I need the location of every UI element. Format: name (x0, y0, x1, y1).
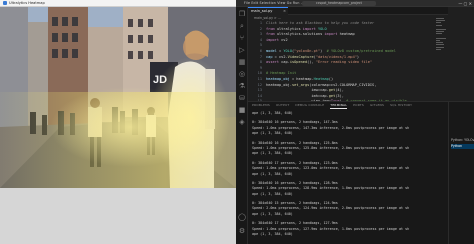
source-control-icon[interactable]: ⑂ (238, 34, 246, 42)
minimap[interactable] (434, 15, 448, 101)
terminal-instance[interactable]: Python: YOLOv... (451, 138, 474, 143)
panel-tab-gitlens[interactable]: GITLENS (370, 102, 384, 109)
panel-tab-output[interactable]: OUTPUT (276, 102, 289, 109)
editor-tab-main-sol[interactable]: main_sol.py × (248, 7, 288, 15)
window-controls[interactable]: — ▢ ✕ (458, 0, 472, 7)
minimap-line (436, 40, 440, 41)
panel-tab-problems[interactable]: PROBLEMS (252, 102, 270, 109)
code-editor[interactable]: main_sol.py × main_sol.py > ... 1 Click h… (248, 7, 448, 103)
blackbox-icon[interactable]: ■ (238, 106, 246, 114)
minimap-line (436, 44, 444, 46)
gitlens-icon[interactable]: ◈ (238, 118, 246, 126)
code-lines[interactable]: 1 Click here to ask Blackbox to help you … (248, 21, 448, 105)
terminal-instances-list: Python: YOLOv...Python (448, 101, 474, 244)
tab-label: main_sol.py (251, 9, 273, 13)
database-icon[interactable]: ⛁ (238, 94, 246, 102)
run-debug-icon[interactable]: ▷ (238, 46, 246, 54)
activity-bar: ❐ ⌕ ⑂ ▷ ▦ ◎ ⚗ ⛁ ■ ◈ ◯ ⚙ (236, 7, 248, 244)
minimap-line (436, 48, 441, 50)
minimap-line (436, 22, 441, 24)
video-frame: JD (0, 7, 236, 188)
editor-tab-bar: main_sol.py × (248, 7, 448, 15)
minimap-line (436, 31, 444, 33)
panel-tab-debug-console[interactable]: DEBUG CONSOLE (295, 102, 324, 109)
app-icon (3, 1, 7, 5)
minimap-line (436, 18, 444, 19)
heatmap-video-window[interactable]: Ultralytics Heatmap (0, 0, 236, 244)
menu-bar[interactable]: File Edit Selection View Go Run ... (244, 0, 304, 7)
minimap-line (436, 24, 442, 26)
search-icon[interactable]: ⌕ (238, 22, 246, 30)
command-search-box[interactable]: ccspot_heatmapcorn_project (302, 1, 376, 6)
panel-tab-terminal[interactable]: TERMINAL (330, 102, 348, 109)
minimap-line (436, 42, 443, 44)
bottom-panel: PROBLEMS OUTPUT DEBUG CONSOLE TERMINAL PORTS… (248, 101, 448, 244)
video-window-titlebar[interactable]: Ultralytics Heatmap (0, 0, 236, 7)
minimap-line (436, 37, 446, 39)
video-window-title: Ultralytics Heatmap (9, 1, 45, 5)
terminal-line: ape (1, 3, 384, 640) (252, 232, 293, 237)
extensions-icon[interactable]: ▦ (238, 58, 246, 66)
street-scene-image: JD (0, 7, 236, 188)
close-tab-icon[interactable]: × (283, 8, 286, 15)
minimap-line (436, 33, 442, 35)
account-icon[interactable]: ◯ (238, 213, 246, 221)
vscode-titlebar[interactable]: File Edit Selection View Go Run ... ccsp… (236, 0, 474, 7)
explorer-icon[interactable]: ❐ (238, 10, 246, 18)
terminal-output[interactable]: ape (1, 3, 384, 640) 0: 384x640 16 person… (252, 111, 446, 237)
settings-gear-icon[interactable]: ⚙ (238, 227, 246, 235)
minimap-line (436, 20, 445, 22)
minimap-line (436, 29, 446, 30)
panel-tab-sql-history[interactable]: SQL HISTORY (390, 102, 412, 109)
minimap-line (436, 46, 444, 48)
desktop-background (0, 188, 236, 244)
panel-tabs: PROBLEMS OUTPUT DEBUG CONSOLE TERMINAL PORTS… (248, 102, 448, 109)
remote-icon[interactable]: ◎ (238, 70, 246, 78)
terminal-instance[interactable]: Python (451, 144, 474, 149)
panel-tab-ports[interactable]: PORTS (353, 102, 364, 109)
screen: Ultralytics Heatmap File Edit Selection … (0, 0, 474, 244)
vscode-window[interactable]: File Edit Selection View Go Run ... ccsp… (236, 0, 474, 244)
testing-icon[interactable]: ⚗ (238, 82, 246, 90)
editor-right-margin (448, 7, 474, 101)
